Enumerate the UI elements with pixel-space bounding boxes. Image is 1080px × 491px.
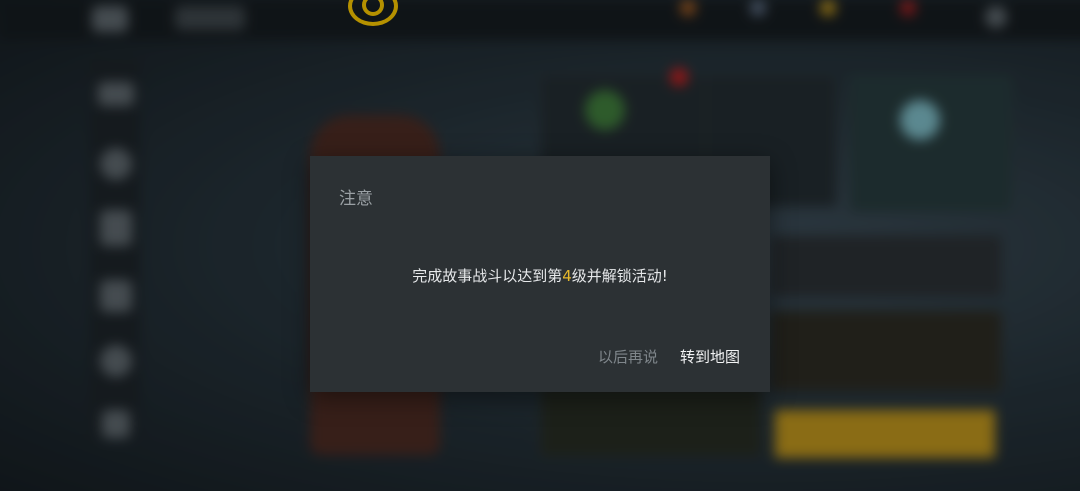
goto-map-button[interactable]: 转到地图: [680, 346, 740, 367]
dialog-message: 完成故事战斗以达到第4级并解锁活动!: [310, 265, 770, 286]
notice-dialog: 注意 完成故事战斗以达到第4级并解锁活动! 以后再说 转到地图: [310, 156, 770, 392]
game-screen: 注意 完成故事战斗以达到第4级并解锁活动! 以后再说 转到地图: [0, 0, 1080, 491]
message-suffix: 级并解锁活动!: [571, 267, 668, 285]
message-prefix: 完成故事战斗以达到第: [412, 267, 563, 285]
dialog-title: 注意: [339, 189, 373, 209]
message-level-highlight: 4: [562, 267, 572, 285]
later-button[interactable]: 以后再说: [598, 346, 658, 367]
